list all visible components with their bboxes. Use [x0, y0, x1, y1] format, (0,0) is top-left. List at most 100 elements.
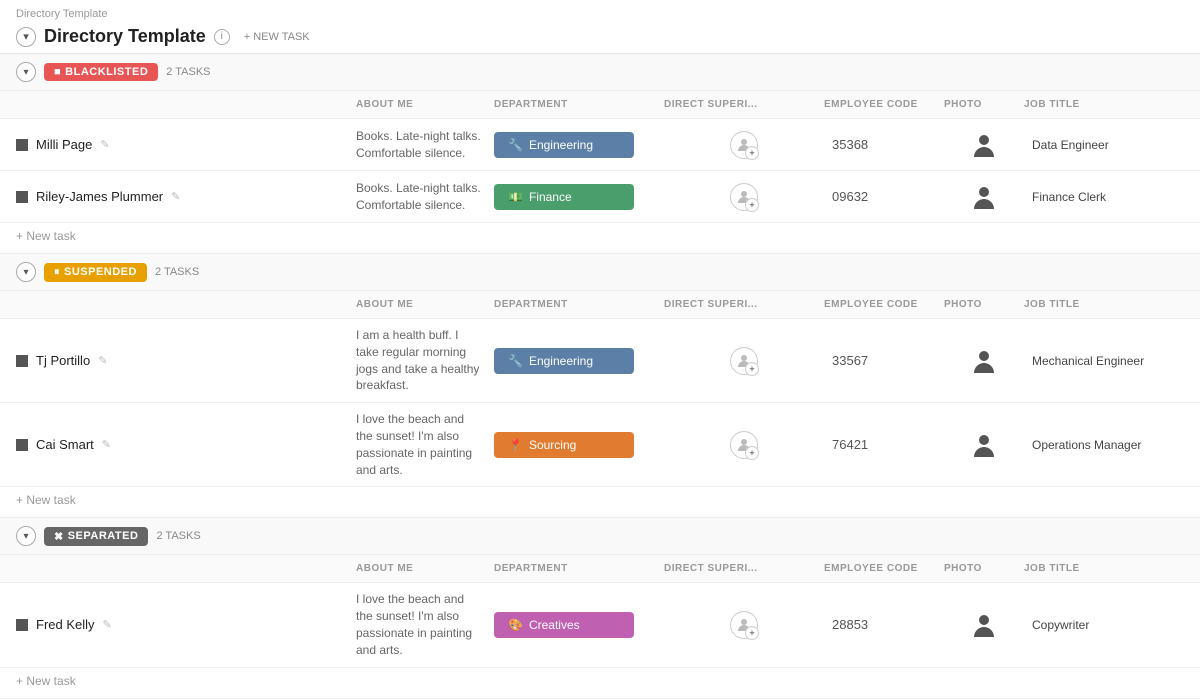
- tasks-count-separated: 2 TASKS: [156, 530, 200, 542]
- dept-icon: 🎨: [508, 618, 523, 632]
- dept-tag[interactable]: 🎨 Creatives: [494, 612, 634, 638]
- row-checkbox[interactable]: [16, 139, 28, 151]
- avatar-icon: [970, 347, 998, 375]
- tasks-count-blacklisted: 2 TASKS: [166, 66, 210, 78]
- dept-cell: 🎨 Creatives: [494, 612, 664, 638]
- section-separated: ▾ ✖ SEPARATED 2 TASKS ABOUT ME DEPARTMEN…: [0, 518, 1200, 698]
- avatar-icon: [970, 183, 998, 211]
- col-name: [16, 95, 356, 114]
- col-name: [16, 295, 356, 314]
- edit-icon[interactable]: ✎: [103, 618, 112, 631]
- row-checkbox[interactable]: [16, 355, 28, 367]
- section-toggle-blacklisted[interactable]: ▾: [16, 62, 36, 82]
- dept-icon: 🔧: [508, 354, 523, 368]
- employee-name: Riley-James Plummer: [36, 189, 163, 204]
- section-suspended: ▾ ⏸ SUSPENDED 2 TASKS ABOUT ME DEPARTMEN…: [0, 254, 1200, 518]
- supervisor-icon[interactable]: [730, 347, 758, 375]
- dept-tag[interactable]: 🔧 Engineering: [494, 132, 634, 158]
- col-dept: DEPARTMENT: [494, 95, 664, 114]
- job-title-cell: Operations Manager: [1024, 438, 1184, 452]
- col-name: [16, 559, 356, 578]
- edit-icon[interactable]: ✎: [98, 354, 107, 367]
- section-toggle-main[interactable]: ▾: [16, 27, 36, 47]
- table-row: Tj Portillo ✎ I am a health buff. I take…: [0, 319, 1200, 403]
- employee-name: Fred Kelly: [36, 617, 95, 632]
- dept-tag[interactable]: 💵 Finance: [494, 184, 634, 210]
- employee-code-cell: 35368: [824, 137, 944, 152]
- supervisor-icon[interactable]: [730, 131, 758, 159]
- name-cell: Milli Page ✎: [16, 129, 356, 160]
- section-header-separated: ▾ ✖ SEPARATED 2 TASKS: [0, 518, 1200, 555]
- dept-icon: 📍: [508, 438, 523, 452]
- section-toggle-separated[interactable]: ▾: [16, 526, 36, 546]
- job-title-cell: Copywriter: [1024, 618, 1184, 632]
- col-empcode: EMPLOYEE CODE: [824, 95, 944, 114]
- badge-icon-separated: ✖: [54, 530, 64, 543]
- job-title-cell: Data Engineer: [1024, 138, 1184, 152]
- badge-label-suspended: SUSPENDED: [64, 266, 137, 278]
- supervisor-cell: [664, 431, 824, 459]
- col-super: DIRECT SUPERI...: [664, 295, 824, 314]
- new-task-row[interactable]: + New task: [0, 668, 1200, 698]
- supervisor-cell: [664, 347, 824, 375]
- dept-tag[interactable]: 🔧 Engineering: [494, 348, 634, 374]
- new-task-row[interactable]: + New task: [0, 223, 1200, 253]
- badge-icon-suspended: ⏸: [54, 266, 60, 279]
- employee-name: Milli Page: [36, 137, 92, 152]
- photo-cell: [944, 347, 1024, 375]
- col-empcode: EMPLOYEE CODE: [824, 559, 944, 578]
- dept-label: Creatives: [529, 618, 580, 632]
- photo-cell: [944, 183, 1024, 211]
- col-dept: DEPARTMENT: [494, 295, 664, 314]
- table-row: Riley-James Plummer ✎ Books. Late-night …: [0, 171, 1200, 223]
- supervisor-cell: [664, 183, 824, 211]
- name-cell: Cai Smart ✎: [16, 429, 356, 460]
- col-headers: ABOUT ME DEPARTMENT DIRECT SUPERI... EMP…: [0, 91, 1200, 119]
- edit-icon[interactable]: ✎: [102, 438, 111, 451]
- photo-cell: [944, 131, 1024, 159]
- person-icon: [736, 189, 752, 205]
- info-icon[interactable]: i: [214, 29, 230, 45]
- dept-cell: 🔧 Engineering: [494, 132, 664, 158]
- row-checkbox[interactable]: [16, 191, 28, 203]
- col-jobtitle: JOB TITLE: [1024, 295, 1184, 314]
- page-title: Directory Template: [44, 26, 206, 47]
- edit-icon[interactable]: ✎: [100, 138, 109, 151]
- photo-cell: [944, 611, 1024, 639]
- dept-cell: 📍 Sourcing: [494, 432, 664, 458]
- supervisor-icon[interactable]: [730, 611, 758, 639]
- name-cell: Fred Kelly ✎: [16, 609, 356, 640]
- employee-name: Cai Smart: [36, 437, 94, 452]
- dept-icon: 🔧: [508, 138, 523, 152]
- supervisor-icon[interactable]: [730, 183, 758, 211]
- col-photo: PHOTO: [944, 559, 1024, 578]
- dept-label: Finance: [529, 190, 572, 204]
- employee-code-cell: 28853: [824, 617, 944, 632]
- job-title-cell: Mechanical Engineer: [1024, 354, 1184, 368]
- col-about: ABOUT ME: [356, 559, 494, 578]
- col-super: DIRECT SUPERI...: [664, 559, 824, 578]
- row-checkbox[interactable]: [16, 619, 28, 631]
- new-task-row[interactable]: + New task: [0, 487, 1200, 517]
- new-task-button[interactable]: + NEW TASK: [238, 29, 316, 45]
- section-toggle-suspended[interactable]: ▾: [16, 262, 36, 282]
- section-blacklisted: ▾ ■ BLACKLISTED 2 TASKS ABOUT ME DEPARTM…: [0, 54, 1200, 254]
- col-about: ABOUT ME: [356, 295, 494, 314]
- about-cell: I love the beach and the sunset! I'm als…: [356, 583, 494, 666]
- dept-label: Sourcing: [529, 438, 576, 452]
- col-photo: PHOTO: [944, 295, 1024, 314]
- person-icon: [736, 617, 752, 633]
- dept-cell: 🔧 Engineering: [494, 348, 664, 374]
- employee-code-cell: 09632: [824, 189, 944, 204]
- row-checkbox[interactable]: [16, 439, 28, 451]
- dept-tag[interactable]: 📍 Sourcing: [494, 432, 634, 458]
- col-super: DIRECT SUPERI...: [664, 95, 824, 114]
- col-about: ABOUT ME: [356, 95, 494, 114]
- status-badge-blacklisted: ■ BLACKLISTED: [44, 63, 158, 81]
- avatar-icon: [970, 431, 998, 459]
- supervisor-icon[interactable]: [730, 431, 758, 459]
- employee-code-cell: 76421: [824, 437, 944, 452]
- col-jobtitle: JOB TITLE: [1024, 95, 1184, 114]
- col-jobtitle: JOB TITLE: [1024, 559, 1184, 578]
- edit-icon[interactable]: ✎: [171, 190, 180, 203]
